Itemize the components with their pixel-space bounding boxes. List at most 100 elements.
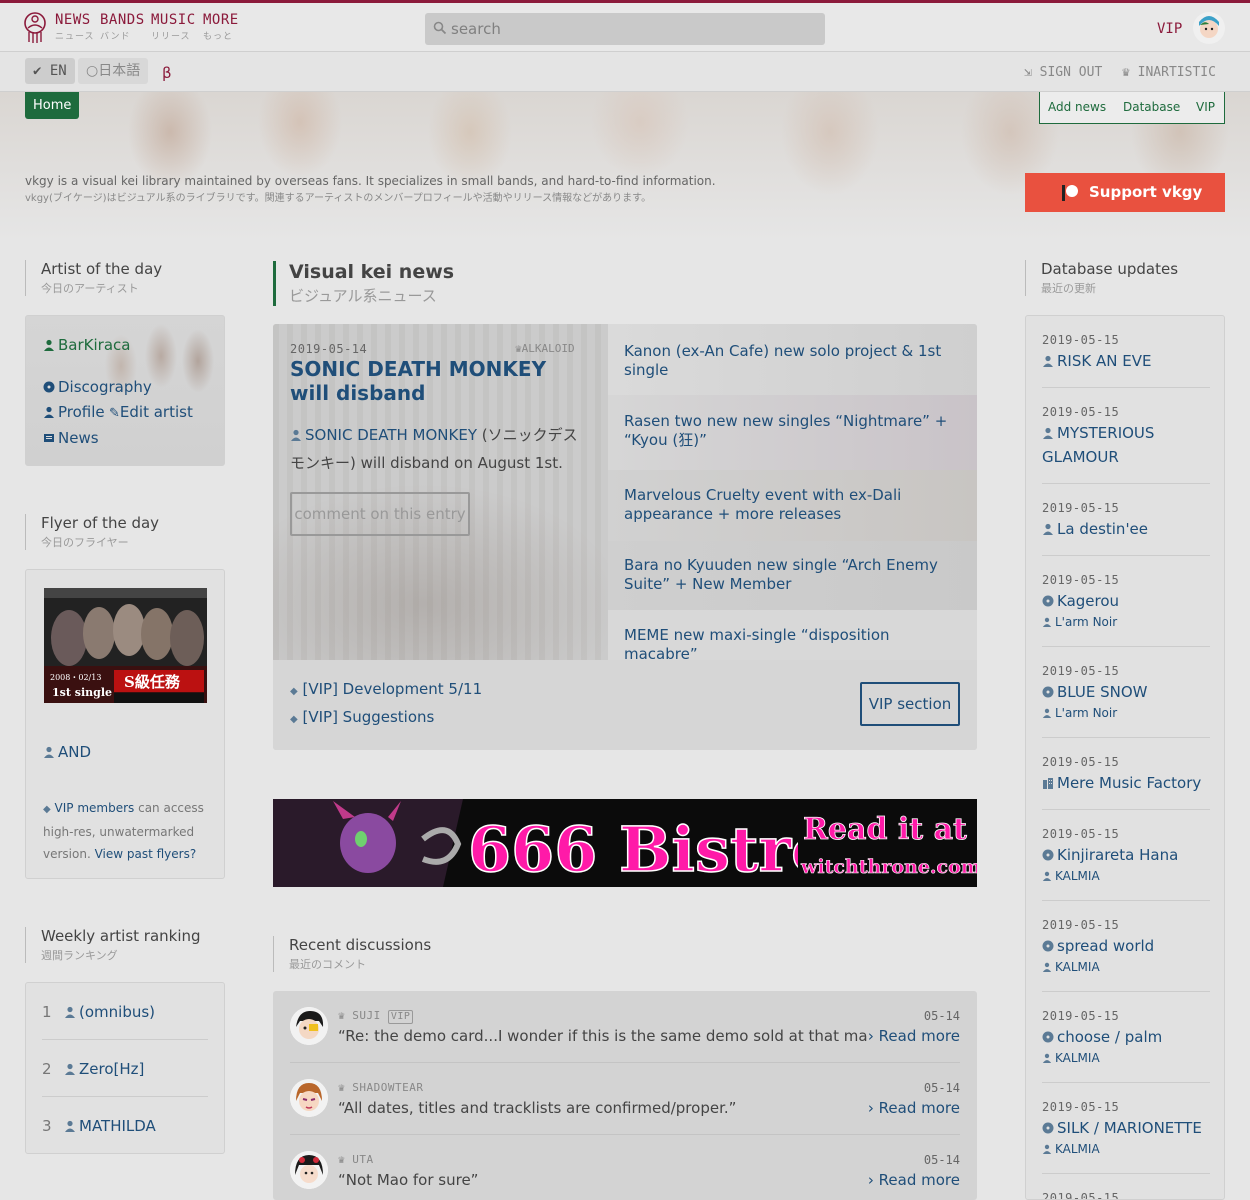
db-update-artist[interactable]: KALMIA: [1055, 869, 1100, 883]
artist-icon: [1042, 617, 1052, 627]
artist-icon: [1043, 355, 1053, 367]
featured-news-title[interactable]: SONIC DEATH MONKEY will disband: [290, 357, 590, 405]
discography-link[interactable]: Discography: [43, 378, 152, 396]
disc-icon: [1042, 686, 1054, 698]
discussion-item[interactable]: ♛ UTA 05-14 “Not Mao for sure” › Read mo…: [290, 1135, 960, 1200]
add-news-link[interactable]: Add news: [1048, 100, 1106, 114]
db-update-item[interactable]: 2019-05-15 BLUE SNOW L'arm Noir: [1042, 664, 1210, 738]
edit-artist-link[interactable]: ✎Edit artist: [109, 403, 193, 421]
comment-username[interactable]: ♛ SHADOWTEAR: [338, 1081, 423, 1094]
support-vkgy-button[interactable]: Support vkgy: [1025, 173, 1225, 212]
comment-entry-button[interactable]: comment on this entry: [290, 492, 470, 536]
db-update-artist[interactable]: L'arm Noir: [1055, 615, 1117, 629]
db-update-item[interactable]: 2019-05-15 MYSTERIOUS GLAMOUR: [1042, 405, 1210, 484]
sign-out-link[interactable]: ⇲ SIGN OUT: [1024, 65, 1102, 80]
db-update-item[interactable]: 2019-05-15 spread world KALMIA: [1042, 918, 1210, 992]
language-english-button[interactable]: ✔ EN: [25, 58, 75, 84]
news-icon: [44, 434, 54, 442]
view-past-flyers-link[interactable]: View past flyers?: [95, 847, 197, 861]
db-update-artist[interactable]: KALMIA: [1055, 1142, 1100, 1156]
chevron-right-icon: ›: [867, 1027, 874, 1045]
user-avatar[interactable]: [1193, 12, 1225, 44]
advertisement-banner[interactable]: 666 Bistro Read it at witchthrone.com: [273, 799, 977, 887]
discussions-panel: ♛ SUJI VIP 05-14 “Re: the demo card...I …: [273, 991, 977, 1200]
artist-icon: [1042, 708, 1052, 718]
user-avatar[interactable]: [290, 1007, 328, 1045]
username-link[interactable]: ♛ INARTISTIC: [1122, 65, 1216, 80]
profile-link[interactable]: Profile: [43, 403, 105, 421]
news-list-item[interactable]: Bara no Kyuuden new single “Arch Enemy S…: [608, 541, 977, 610]
db-update-artist[interactable]: KALMIA: [1055, 1051, 1100, 1065]
news-list-item[interactable]: MEME new maxi-single “disposition macabr…: [608, 610, 977, 663]
vip-link[interactable]: VIP: [1157, 21, 1182, 37]
db-update-title: Kagerou: [1057, 592, 1120, 610]
vip-section-button[interactable]: VIP section: [860, 682, 960, 726]
nav-more[interactable]: MORE もっと: [203, 12, 239, 42]
search-input[interactable]: [451, 13, 811, 45]
ranking-heading: Weekly artist ranking 週間ランキング: [25, 927, 201, 963]
db-update-artist[interactable]: KALMIA: [1055, 960, 1100, 974]
featured-news[interactable]: 2019-05-14 ♛ALKALOID SONIC DEATH MONKEY …: [273, 324, 608, 660]
disc-icon: [43, 381, 55, 393]
db-update-item[interactable]: 2019-05-15 Kinjirareta Hana KALMIA: [1042, 827, 1210, 901]
read-more-link[interactable]: › Read more: [868, 1099, 960, 1117]
language-japanese-button[interactable]: ○日本語: [78, 58, 149, 84]
flyer-of-day-title: Flyer of the day: [41, 514, 160, 532]
top-navigation: NEWSニュース BANDSバンド MUSICリリース MOREもっと VIP: [0, 0, 1250, 52]
artist-icon: [1042, 962, 1052, 972]
vkgy-logo-icon[interactable]: [24, 10, 46, 44]
vip-development-label: [VIP] Development 5/11: [302, 680, 483, 698]
profile-label: Profile: [58, 403, 105, 421]
ranking-item[interactable]: 2 Zero[Hz]: [42, 1040, 208, 1097]
discussion-item[interactable]: ♛ SHADOWTEAR 05-14 “All dates, titles an…: [290, 1063, 960, 1135]
vip-suggestions-label: [VIP] Suggestions: [302, 708, 435, 726]
artist-icon: [65, 1120, 75, 1132]
db-update-item[interactable]: 2019-05-15 choose / palm KALMIA: [1042, 1009, 1210, 1083]
db-update-item[interactable]: 2019-05-15 La destin'ee: [1042, 501, 1210, 556]
nav-music[interactable]: MUSIC リリース: [151, 12, 196, 42]
database-link[interactable]: Database: [1123, 100, 1180, 114]
db-update-item[interactable]: 2019-05-15: [1042, 1191, 1210, 1199]
featured-artist-link[interactable]: SONIC DEATH MONKEY: [290, 426, 477, 444]
read-more-link[interactable]: › Read more: [868, 1027, 960, 1045]
artist-of-day-heading: Artist of the day 今日のアーティスト: [25, 260, 162, 296]
breadcrumb-home[interactable]: Home: [25, 92, 80, 119]
vip-development-link[interactable]: ◆ [VIP] Development 5/11: [290, 680, 482, 698]
db-update-item[interactable]: 2019-05-15 SILK / MARIONETTE KALMIA: [1042, 1100, 1210, 1174]
comment-date: 05-14: [923, 1009, 960, 1023]
sign-out-label: SIGN OUT: [1039, 65, 1103, 80]
news-list-item[interactable]: Kanon (ex-An Cafe) new solo project & 1s…: [608, 324, 977, 395]
db-update-artist[interactable]: L'arm Noir: [1055, 706, 1117, 720]
nav-news[interactable]: NEWS ニュース: [55, 12, 95, 42]
user-avatar[interactable]: [290, 1079, 328, 1117]
flyer-artist-link[interactable]: AND: [43, 743, 91, 761]
read-more-link[interactable]: › Read more: [868, 1171, 960, 1189]
db-update-item[interactable]: 2019-05-15 RISK AN EVE: [1042, 333, 1210, 388]
db-update-item[interactable]: 2019-05-15 Kagerou L'arm Noir: [1042, 573, 1210, 647]
artist-name-link[interactable]: BarKiraca: [43, 336, 130, 354]
rank-number: 1: [42, 1003, 52, 1021]
flyer-of-day-heading: Flyer of the day 今日のフライヤー: [25, 514, 159, 550]
comment-username[interactable]: ♛ SUJI VIP: [338, 1009, 414, 1024]
featured-news-author[interactable]: ♛ALKALOID: [515, 342, 575, 355]
artist-news-link[interactable]: News: [43, 429, 99, 447]
news-list-item[interactable]: Marvelous Cruelty event with ex-Dali app…: [608, 470, 977, 541]
sign-out-icon: ⇲: [1024, 65, 1032, 80]
flyer-image[interactable]: 1st single 2008・02/13 S級任務: [44, 588, 207, 703]
nav-bands[interactable]: BANDS バンド: [100, 12, 145, 42]
user-avatar[interactable]: [290, 1151, 328, 1189]
news-list-item[interactable]: Rasen two new new singles “Nightmare” + …: [608, 395, 977, 470]
db-updates-heading: Database updates 最近の更新: [1025, 260, 1178, 296]
comment-username[interactable]: ♛ UTA: [338, 1153, 374, 1166]
flyer-of-day-card: 1st single 2008・02/13 S級任務 AND ◆ VIP mem…: [25, 569, 225, 879]
disc-icon: [1042, 1031, 1054, 1043]
discussion-item[interactable]: ♛ SUJI VIP 05-14 “Re: the demo card...I …: [290, 991, 960, 1063]
db-update-item[interactable]: 2019-05-15 Mere Music Factory: [1042, 755, 1210, 810]
vip-suggestions-link[interactable]: ◆ [VIP] Suggestions: [290, 708, 434, 726]
vip-members-link[interactable]: VIP members: [55, 801, 135, 815]
news-heading: Visual kei news ビジュアル系ニュース: [273, 261, 454, 306]
discussions-title-jp: 最近のコメント: [289, 958, 366, 971]
vip-admin-link[interactable]: VIP: [1196, 100, 1215, 114]
ranking-item[interactable]: 1 (omnibus): [42, 983, 208, 1040]
ranking-item[interactable]: 3 MATHILDA: [42, 1097, 208, 1154]
